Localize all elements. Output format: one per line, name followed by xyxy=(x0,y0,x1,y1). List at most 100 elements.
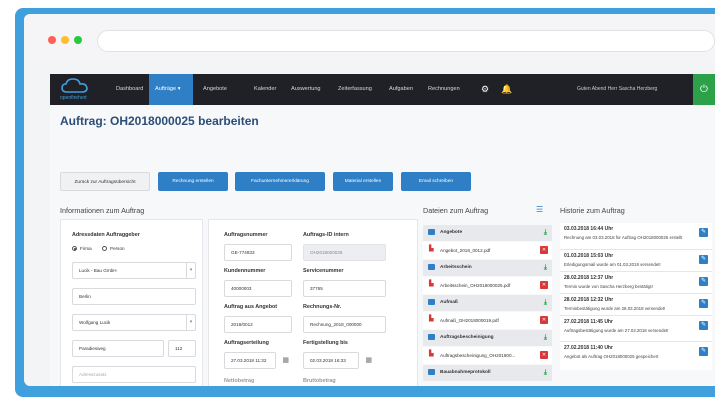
close-window-button[interactable] xyxy=(48,36,56,44)
awarded-date-field[interactable]: 27.03.2018 11:32 ▦ xyxy=(224,352,289,369)
file-group-header[interactable]: Aufmaß ⤓ xyxy=(423,295,552,311)
file-group-header[interactable]: Angebote ⤓ xyxy=(423,225,552,241)
nav-angebote[interactable]: Angebote xyxy=(197,74,233,105)
house-number-field[interactable]: 112 xyxy=(168,340,196,357)
nav-auswertung[interactable]: Auswertung xyxy=(285,74,327,105)
order-id-label: Auftrags-ID intern xyxy=(303,232,349,238)
folder-icon xyxy=(428,264,435,270)
logo-text: openfirehert xyxy=(60,95,87,101)
history-text: Erledigungsmail wurde am 01.03.2018 vers… xyxy=(564,262,661,267)
info-section-title: Informationen zum Auftrag xyxy=(60,206,145,215)
delete-icon[interactable]: ✕ xyxy=(540,246,548,254)
history-entry: 27.02.2018 11:45 Uhr Auftragsbestätigung… xyxy=(560,316,712,342)
contact-select[interactable]: Wolfgang Lucik ▾ xyxy=(72,314,196,331)
nav-kalender[interactable]: Kalender xyxy=(248,74,282,105)
download-icon[interactable]: ⤓ xyxy=(544,330,547,346)
order-number-field[interactable]: GE-774833 xyxy=(224,244,292,261)
file-group-header[interactable]: Bauabnahmeprotokoll ⤓ xyxy=(423,365,552,381)
browser-titlebar xyxy=(24,14,715,58)
delete-icon[interactable]: ✕ xyxy=(540,281,548,289)
service-number-field[interactable]: 37765 xyxy=(303,280,386,297)
files-section-title: Dateien zum Auftrag xyxy=(423,206,489,215)
minimize-window-button[interactable] xyxy=(61,36,69,44)
file-row[interactable]: ▙ Angebot_2018_0012.pdf ✕ xyxy=(423,242,552,259)
chevron-down-icon: ▾ xyxy=(186,263,195,278)
history-time: 27.02.2018 11:45 Uhr xyxy=(564,319,613,325)
invoice-number-field[interactable]: Rechnung_2018_000000 xyxy=(303,316,386,333)
history-time: 27.02.2018 11:40 Uhr xyxy=(564,345,613,351)
company-select[interactable]: Lucik - Bau GmbH ▾ xyxy=(72,262,196,279)
back-to-orders-button[interactable]: Zurück zur Auftragsübersicht xyxy=(60,172,150,191)
customer-number-field[interactable]: 40000003 xyxy=(224,280,292,297)
folder-icon xyxy=(428,299,435,305)
house-number-value: 112 xyxy=(175,346,183,351)
pdf-file-icon: ▙ xyxy=(429,316,434,322)
user-greeting: Guten Abend Herr Sascha Herzberg xyxy=(577,86,658,92)
download-icon[interactable]: ⤓ xyxy=(544,260,547,276)
nav-aufgaben[interactable]: Aufgaben xyxy=(383,74,419,105)
folder-icon xyxy=(428,369,435,375)
logout-power-icon[interactable]: ⏻ xyxy=(693,74,715,105)
edit-icon[interactable]: ✎ xyxy=(699,347,708,356)
file-name[interactable]: Aufmaß_OH2018000019.pdf xyxy=(440,312,499,329)
done-by-label: Fertigstellung bis xyxy=(303,340,348,346)
create-material-button[interactable]: Material erstellen xyxy=(333,172,393,191)
edit-icon[interactable]: ✎ xyxy=(699,321,708,330)
history-time: 28.02.2018 12:32 Uhr xyxy=(564,297,614,303)
file-group-header[interactable]: Auftragsbescheinigung ⤓ xyxy=(423,330,552,346)
history-text: Angebot als Auftrag OH2018000025 gespeic… xyxy=(564,354,659,359)
radio-person[interactable] xyxy=(102,246,107,251)
done-by-date-field[interactable]: 02.03.2018 16:33 ▦ xyxy=(303,352,372,369)
notification-bell-icon[interactable]: 🔔 xyxy=(499,74,515,105)
city-field[interactable]: Berlin xyxy=(72,288,196,305)
file-group-header[interactable]: Arbeitsschein ⤓ xyxy=(423,260,552,276)
file-group-label: Auftragsbescheinigung xyxy=(440,335,494,340)
app-viewport: openfirehert Dashboard Aufträge ▾ Angebo… xyxy=(50,74,715,386)
customer-number-label: Kundennummer xyxy=(224,268,266,274)
company-value: Lucik - Bau GmbH xyxy=(79,268,117,273)
file-group-label: Bauabnahmeprotokoll xyxy=(440,370,491,375)
nav-zeiterfassung[interactable]: Zeiterfassung xyxy=(332,74,378,105)
nav-auftraege[interactable]: Aufträge ▾ xyxy=(149,74,193,105)
history-text: Termin wurde von Sascha Herzberg bestäti… xyxy=(564,284,653,289)
edit-icon[interactable]: ✎ xyxy=(699,255,708,264)
address-addition-field[interactable]: Adresszusatz xyxy=(72,366,196,383)
file-row[interactable]: ▙ Aufmaß_OH2018000019.pdf ✕ xyxy=(423,312,552,329)
app-logo[interactable]: openfirehert xyxy=(60,77,106,103)
radio-firm[interactable] xyxy=(72,246,77,251)
street-field[interactable]: Paradiesweg xyxy=(72,340,164,357)
download-icon[interactable]: ⤓ xyxy=(544,225,547,241)
contractor-declaration-button[interactable]: Fachunternehmererklärung xyxy=(235,172,325,191)
create-invoice-button[interactable]: Rechnung erstellen xyxy=(158,172,228,191)
write-email-button[interactable]: Email schreiben xyxy=(401,172,471,191)
order-id-value: OH2018000025 xyxy=(310,250,343,255)
settings-gears-icon[interactable]: ⚙ xyxy=(477,74,493,105)
edit-icon[interactable]: ✎ xyxy=(699,228,708,237)
file-name[interactable]: Arbeitsschein_OH2018000025.pdf xyxy=(440,277,510,294)
download-icon[interactable]: ⤓ xyxy=(544,295,547,311)
client-address-label: Adressdaten Auftraggeber xyxy=(72,232,140,238)
history-entry: 27.02.2018 11:40 Uhr Angebot als Auftrag… xyxy=(560,342,712,370)
from-offer-field[interactable]: 2018/0012 xyxy=(224,316,292,333)
contact-value: Wolfgang Lucik xyxy=(79,320,111,325)
calendar-icon[interactable]: ▦ xyxy=(365,353,372,368)
history-time: 28.02.2018 12:37 Uhr xyxy=(564,275,614,281)
nav-rechnungen[interactable]: Rechnungen xyxy=(422,74,466,105)
maximize-window-button[interactable] xyxy=(74,36,82,44)
list-view-icon[interactable]: ☰ xyxy=(536,205,543,214)
nav-dashboard[interactable]: Dashboard xyxy=(110,74,149,105)
edit-icon[interactable]: ✎ xyxy=(699,299,708,308)
delete-icon[interactable]: ✕ xyxy=(540,316,548,324)
edit-icon[interactable]: ✎ xyxy=(699,277,708,286)
done-by-date-value: 02.03.2018 16:33 xyxy=(310,358,346,363)
file-name[interactable]: Angebot_2018_0012.pdf xyxy=(440,242,490,259)
address-bar[interactable] xyxy=(97,30,715,52)
order-number-label: Auftragsnummer xyxy=(224,232,268,238)
file-row[interactable]: ▙ Arbeitsschein_OH2018000025.pdf ✕ xyxy=(423,277,552,294)
calendar-icon[interactable]: ▦ xyxy=(282,353,289,368)
download-icon[interactable]: ⤓ xyxy=(544,365,547,381)
file-row[interactable]: ▙ Auftragsbescheinigung_OH201800... ✕ xyxy=(423,347,552,364)
delete-icon[interactable]: ✕ xyxy=(540,351,548,359)
service-number-value: 37765 xyxy=(310,286,323,291)
file-name[interactable]: Auftragsbescheinigung_OH201800... xyxy=(440,347,515,364)
